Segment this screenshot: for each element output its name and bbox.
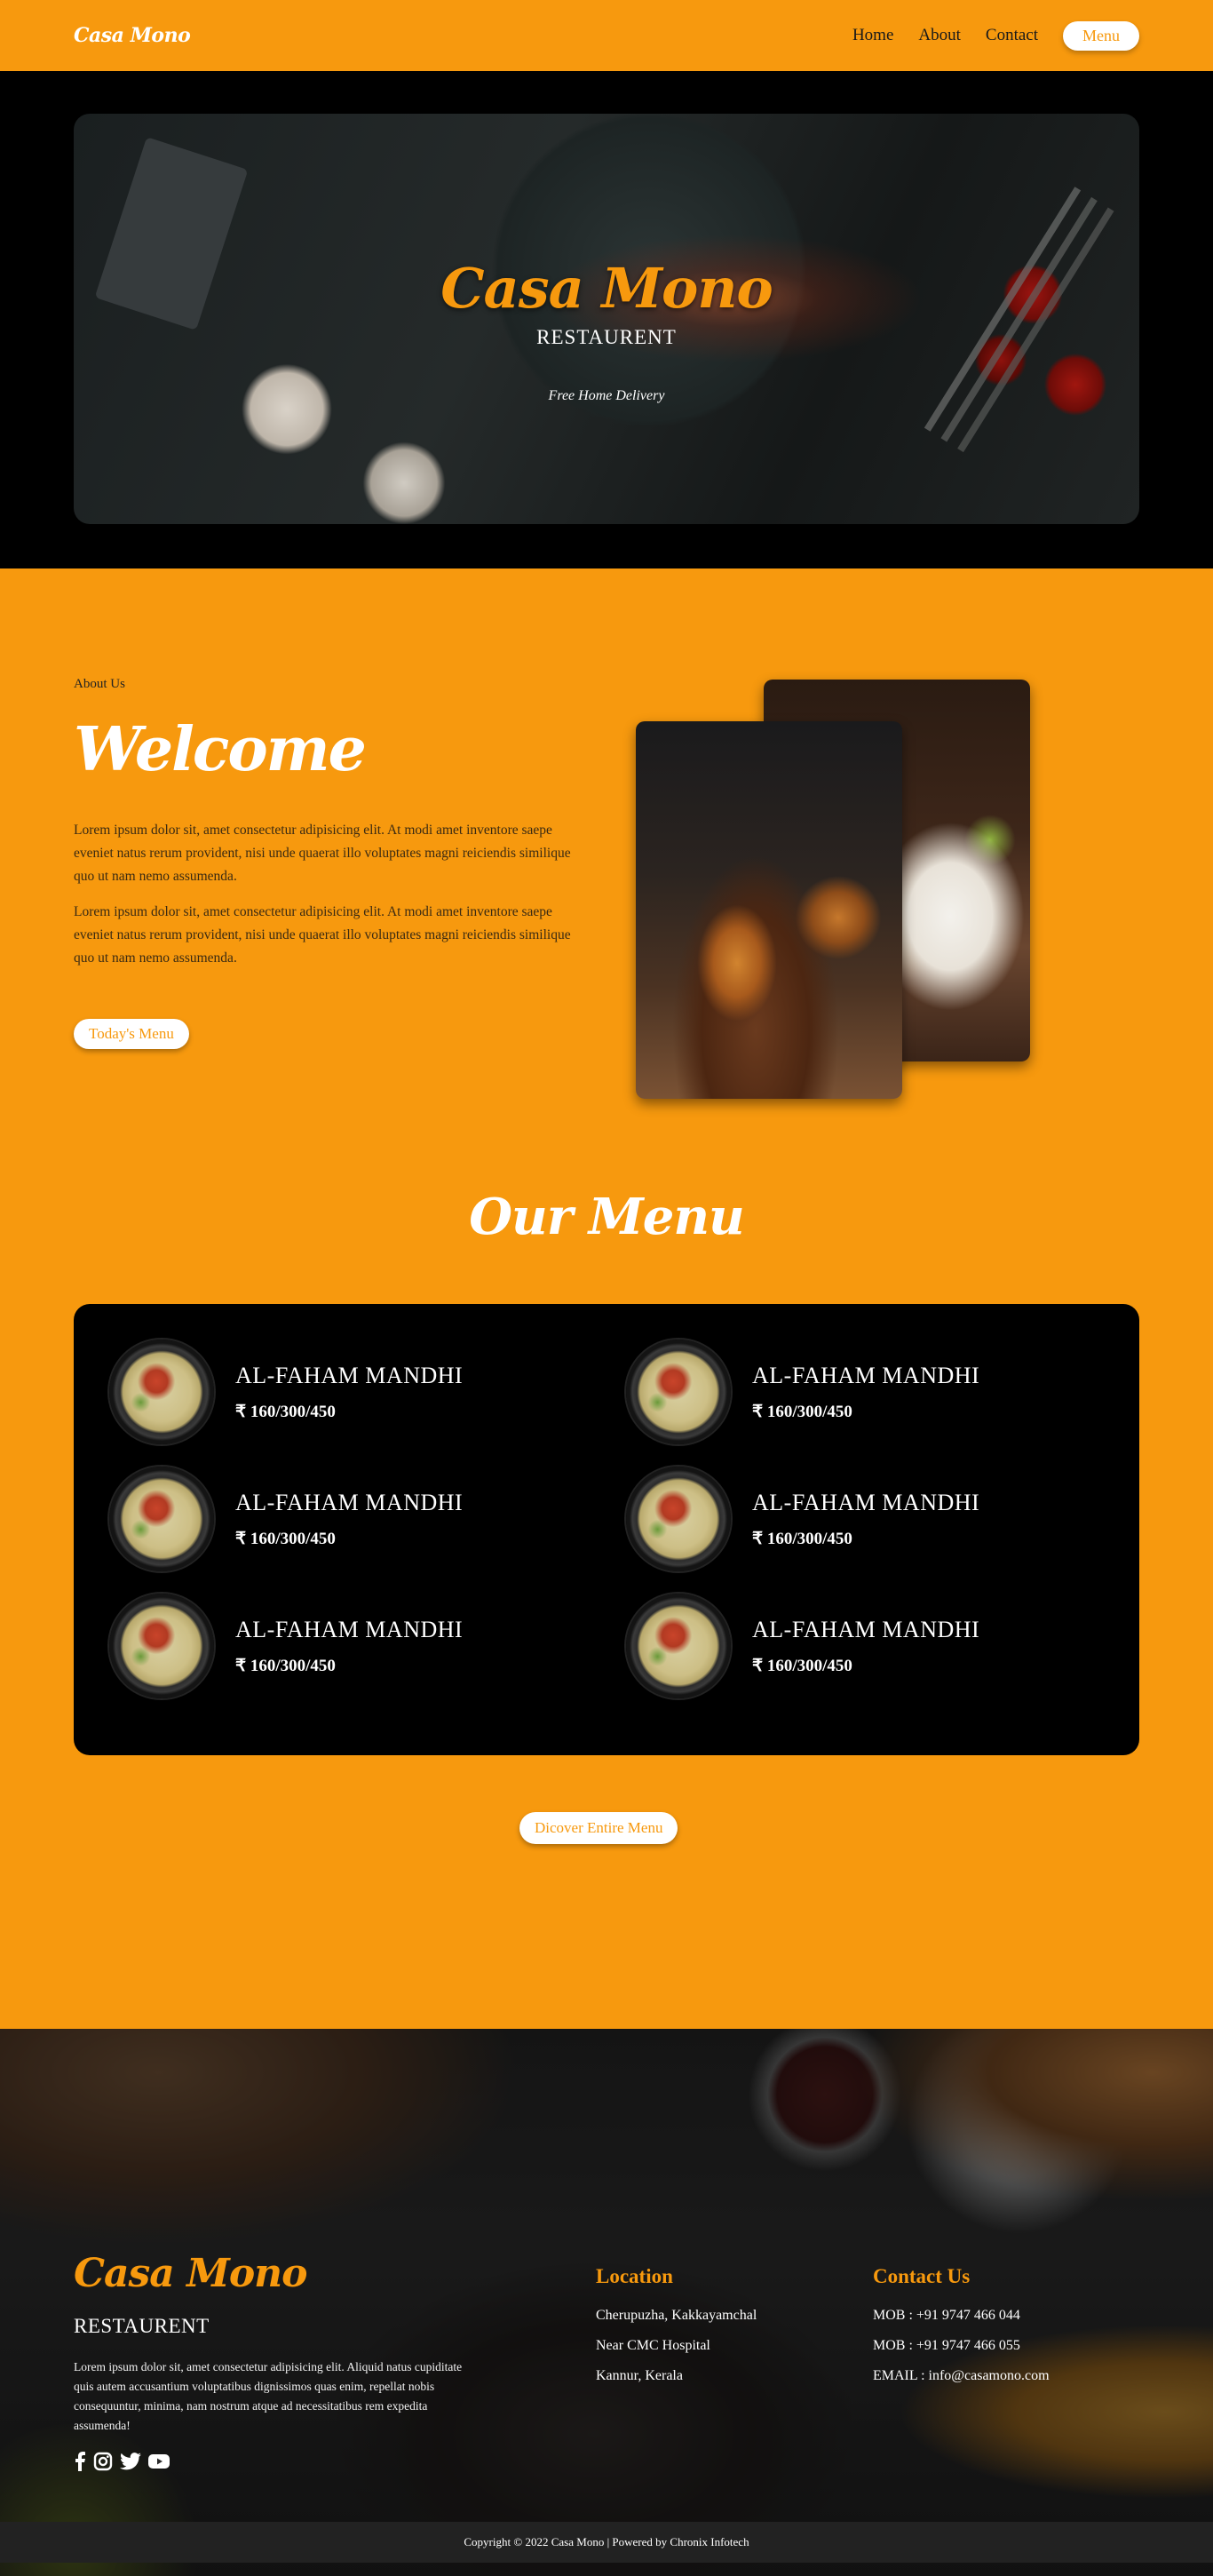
footer: Casa Mono RESTAURENT Lorem ipsum dolor s… — [0, 2029, 1213, 2576]
menu-item-price: ₹ 160/300/450 — [752, 1529, 852, 1548]
location-line: Kannur, Kerala — [596, 2368, 683, 2383]
menu-item[interactable]: AL-FAHAM MANDHI ₹ 160/300/450 — [626, 1340, 1143, 1444]
hero-banner-image: Casa Mono RESTAURENT Free Home Delivery — [74, 114, 1139, 524]
menu-item-name: AL-FAHAM MANDHI — [752, 1616, 980, 1642]
menu-title: Our Menu — [469, 1188, 745, 1246]
menu-item[interactable]: AL-FAHAM MANDHI ₹ 160/300/450 — [109, 1467, 626, 1571]
discover-menu-button[interactable]: Dicover Entire Menu — [519, 1812, 678, 1844]
dish-image — [626, 1467, 731, 1571]
menu-item-name: AL-FAHAM MANDHI — [752, 1362, 980, 1388]
hero-section: Casa Mono RESTAURENT Free Home Delivery — [0, 71, 1213, 568]
location-line: Near CMC Hospital — [596, 2338, 710, 2353]
hero-content: Casa Mono RESTAURENT Free Home Delivery — [74, 256, 1139, 404]
dish-image — [626, 1340, 731, 1444]
menu-item-name: AL-FAHAM MANDHI — [235, 1616, 464, 1642]
contact-email[interactable]: EMAIL : info@casamono.com — [873, 2361, 1050, 2391]
top-navbar: Casa Mono Home About Contact Menu — [0, 0, 1213, 71]
twitter-icon[interactable] — [120, 2452, 141, 2471]
dish-image — [109, 1340, 214, 1444]
menu-item-name: AL-FAHAM MANDHI — [235, 1362, 464, 1388]
about-paragraph: Lorem ipsum dolor sit, amet consectetur … — [74, 823, 571, 884]
about-paragraph: Lorem ipsum dolor sit, amet consectetur … — [74, 904, 571, 966]
brand-logo[interactable]: Casa Mono — [74, 24, 191, 47]
social-links — [74, 2452, 170, 2471]
menu-item[interactable]: AL-FAHAM MANDHI ₹ 160/300/450 — [109, 1594, 626, 1698]
hero-tagline: Free Home Delivery — [548, 388, 665, 403]
dish-image — [109, 1467, 214, 1571]
about-title: Welcome — [74, 714, 367, 785]
footer-brand: Casa Mono — [74, 2251, 308, 2296]
menu-item[interactable]: AL-FAHAM MANDHI ₹ 160/300/450 — [109, 1340, 626, 1444]
menu-item-text: AL-FAHAM MANDHI ₹ 160/300/450 — [752, 1490, 979, 1549]
hero-title: Casa Mono — [440, 256, 773, 321]
dish-image — [626, 1594, 731, 1698]
footer-content: Casa Mono RESTAURENT Lorem ipsum dolor s… — [0, 2029, 1213, 2576]
burger-photo — [636, 721, 902, 1099]
nav-links: Home About Contact Menu — [852, 20, 1139, 51]
instagram-icon[interactable] — [93, 2452, 113, 2471]
menu-item-name: AL-FAHAM MANDHI — [752, 1489, 980, 1515]
nav-link-about[interactable]: About — [918, 26, 961, 45]
nav-link-home[interactable]: Home — [852, 26, 893, 45]
menu-item-text: AL-FAHAM MANDHI ₹ 160/300/450 — [235, 1490, 463, 1549]
nav-link-contact[interactable]: Contact — [986, 26, 1038, 45]
menu-item-price: ₹ 160/300/450 — [235, 1402, 336, 1421]
menu-card: AL-FAHAM MANDHI ₹ 160/300/450 AL-FAHAM M… — [74, 1304, 1139, 1755]
youtube-icon[interactable] — [148, 2453, 170, 2469]
copyright-bar: Copyright © 2022 Casa Mono | Powered by … — [0, 2522, 1213, 2563]
footer-description: Lorem ipsum dolor sit, amet consectetur … — [74, 2360, 463, 2432]
about-eyebrow: About Us — [74, 677, 125, 691]
nav-menu-button[interactable]: Menu — [1063, 20, 1139, 51]
footer-location: Location Cherupuzha, Kakkayamchal Near C… — [596, 2265, 757, 2391]
about-section: About Us Welcome Lorem ipsum dolor sit, … — [0, 568, 1213, 1181]
dish-image — [109, 1594, 214, 1698]
menu-item-text: AL-FAHAM MANDHI ₹ 160/300/450 — [235, 1363, 463, 1422]
menu-item-price: ₹ 160/300/450 — [752, 1402, 852, 1421]
menu-item[interactable]: AL-FAHAM MANDHI ₹ 160/300/450 — [626, 1594, 1143, 1698]
menu-item-price: ₹ 160/300/450 — [235, 1529, 336, 1548]
menu-item-text: AL-FAHAM MANDHI ₹ 160/300/450 — [235, 1617, 463, 1676]
footer-subtitle: RESTAURENT — [74, 2315, 210, 2337]
menu-grid: AL-FAHAM MANDHI ₹ 160/300/450 AL-FAHAM M… — [74, 1304, 1139, 1698]
todays-menu-button[interactable]: Today's Menu — [74, 1019, 189, 1049]
location-line: Cherupuzha, Kakkayamchal — [596, 2308, 757, 2323]
menu-item-text: AL-FAHAM MANDHI ₹ 160/300/450 — [752, 1617, 979, 1676]
contact-phone[interactable]: MOB : +91 9747 466 044 — [873, 2301, 1050, 2331]
facebook-icon[interactable] — [74, 2452, 86, 2471]
hero-subtitle: RESTAURENT — [536, 326, 677, 348]
menu-item[interactable]: AL-FAHAM MANDHI ₹ 160/300/450 — [626, 1467, 1143, 1571]
menu-item-name: AL-FAHAM MANDHI — [235, 1489, 464, 1515]
menu-item-text: AL-FAHAM MANDHI ₹ 160/300/450 — [752, 1363, 979, 1422]
menu-section: Our Menu AL-FAHAM MANDHI ₹ 160/300/450 A… — [0, 1181, 1213, 2029]
contact-heading: Contact Us — [873, 2265, 971, 2287]
menu-item-price: ₹ 160/300/450 — [235, 1656, 336, 1675]
menu-item-price: ₹ 160/300/450 — [752, 1656, 852, 1675]
footer-contact: Contact Us MOB : +91 9747 466 044 MOB : … — [873, 2265, 1050, 2391]
contact-phone[interactable]: MOB : +91 9747 466 055 — [873, 2331, 1050, 2361]
location-heading: Location — [596, 2265, 673, 2287]
